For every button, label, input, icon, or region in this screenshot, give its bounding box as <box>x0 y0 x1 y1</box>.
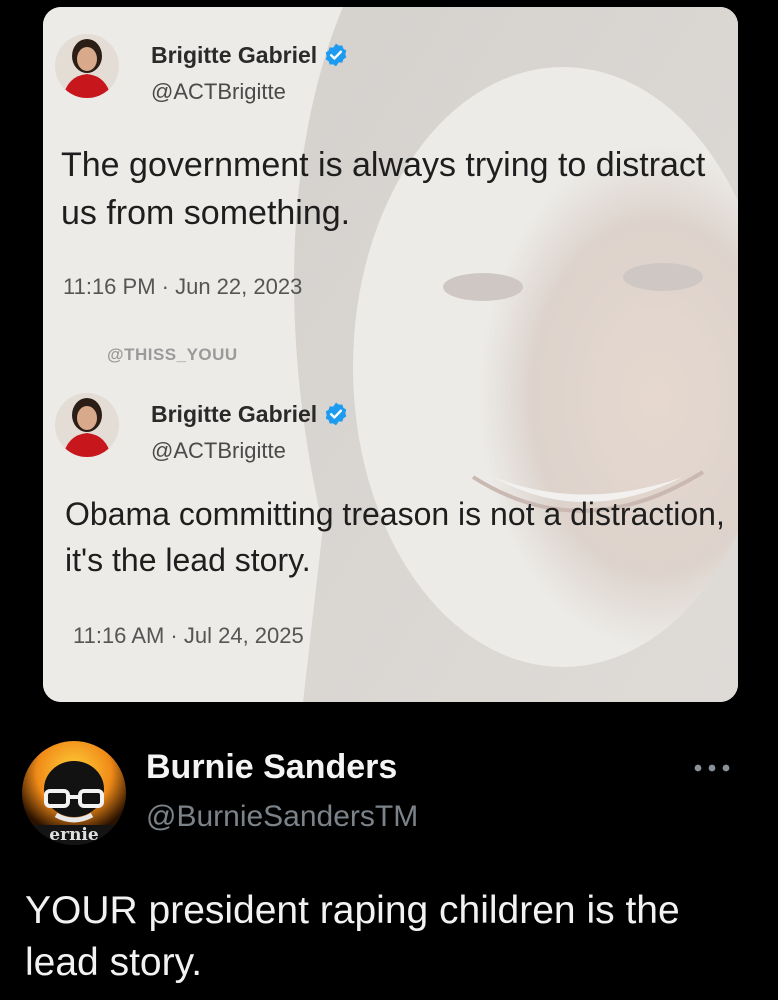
author-name[interactable]: Brigitte Gabriel <box>151 42 349 69</box>
author-name[interactable]: Brigitte Gabriel <box>151 401 349 428</box>
author-handle[interactable]: @ACTBrigitte <box>151 438 286 464</box>
avatar[interactable] <box>55 34 119 98</box>
verified-badge-icon <box>325 43 347 67</box>
watermark: @THISS_YOUU <box>107 345 238 364</box>
avatar[interactable] <box>55 393 119 457</box>
reply-author-name[interactable]: Burnie Sanders <box>146 748 397 787</box>
tweet-timestamp[interactable]: 11:16 PM · Jun 22, 2023 <box>63 274 302 300</box>
reply-avatar[interactable]: ernie <box>22 741 126 845</box>
avatar-text: ernie <box>49 825 99 845</box>
embedded-image-card[interactable]: Brigitte Gabriel @ACTBrigitte The govern… <box>43 7 738 702</box>
tweet-text: Obama committing treason is not a distra… <box>65 496 725 578</box>
tweet-timestamp[interactable]: 11:16 AM · Jul 24, 2025 <box>73 623 304 649</box>
reply-text: YOUR president raping children is the le… <box>25 889 680 984</box>
author-handle[interactable]: @ACTBrigitte <box>151 79 286 105</box>
more-options-icon[interactable] <box>688 755 736 781</box>
tweet-text: The government is always trying to distr… <box>61 146 706 232</box>
verified-badge-icon <box>325 402 347 426</box>
reply-author-handle[interactable]: @BurnieSandersTM <box>146 800 418 834</box>
